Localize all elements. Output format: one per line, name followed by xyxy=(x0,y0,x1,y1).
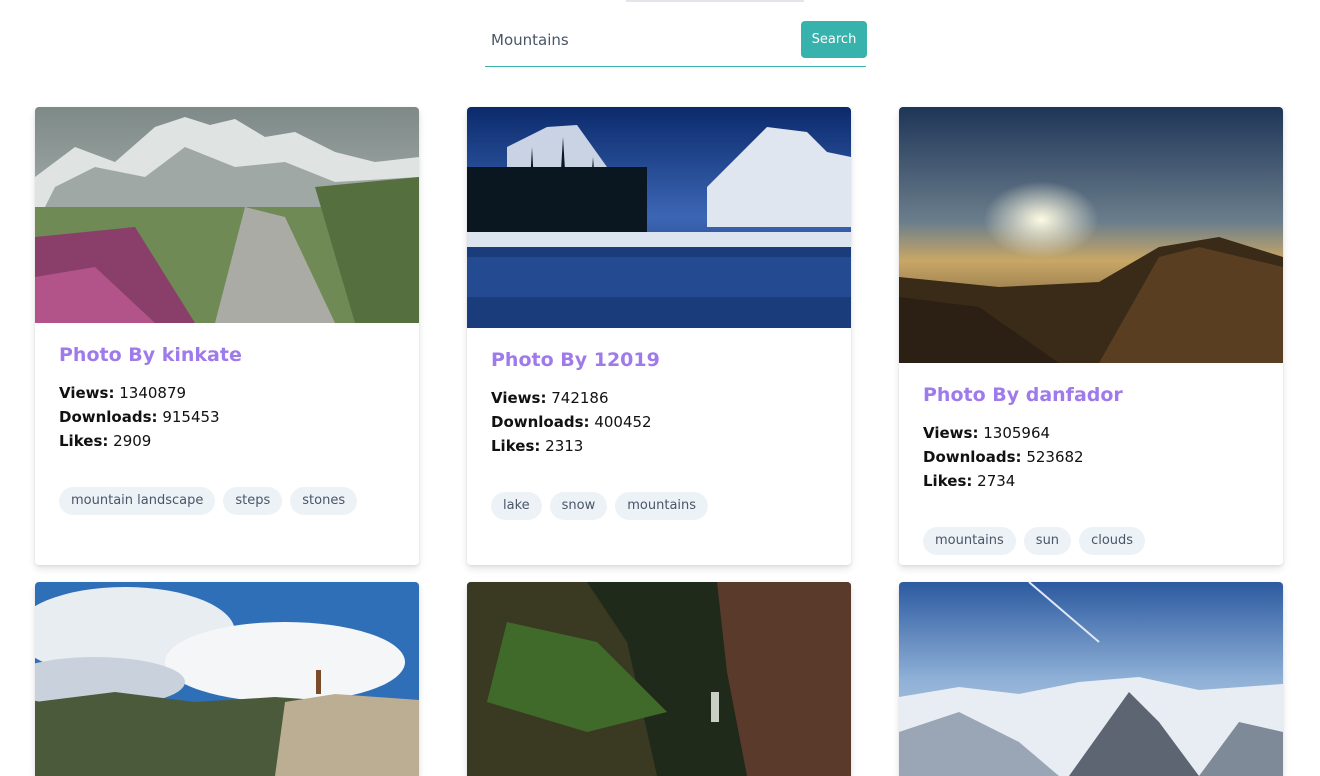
likes-stat: Likes: 2909 xyxy=(59,429,395,453)
photo-author-title: Photo By kinkate xyxy=(59,344,242,366)
likes-value: 2734 xyxy=(977,472,1016,490)
tag-chip[interactable]: steps xyxy=(223,487,283,515)
downloads-label: Downloads: xyxy=(923,448,1022,466)
likes-label: Likes: xyxy=(491,437,541,455)
downloads-stat: Downloads: 523682 xyxy=(923,445,1259,469)
photo-image[interactable] xyxy=(467,107,851,328)
photo-author-title: Photo By 12019 xyxy=(491,349,660,371)
tag-list: lake snow mountains xyxy=(491,492,827,520)
views-label: Views: xyxy=(59,384,115,402)
views-value: 1340879 xyxy=(119,384,187,402)
tag-chip[interactable]: snow xyxy=(549,492,608,520)
views-stat: Views: 1340879 xyxy=(59,381,395,405)
views-label: Views: xyxy=(491,389,547,407)
photo-card: Photo By kinkate Views: 1340879 Download… xyxy=(35,107,419,565)
photo-image[interactable] xyxy=(467,582,851,776)
photo-author-title: Photo By danfador xyxy=(923,384,1123,406)
tag-chip[interactable]: lake xyxy=(491,492,542,520)
likes-stat: Likes: 2313 xyxy=(491,434,827,458)
views-stat: Views: 1305964 xyxy=(923,421,1259,445)
likes-label: Likes: xyxy=(923,472,973,490)
photo-image[interactable] xyxy=(35,582,419,776)
views-stat: Views: 742186 xyxy=(491,386,827,410)
photo-card xyxy=(467,582,851,776)
downloads-label: Downloads: xyxy=(59,408,158,426)
downloads-value: 400452 xyxy=(594,413,652,431)
downloads-stat: Downloads: 915453 xyxy=(59,405,395,429)
tag-chip[interactable]: clouds xyxy=(1079,527,1146,555)
downloads-value: 523682 xyxy=(1026,448,1084,466)
downloads-value: 915453 xyxy=(162,408,220,426)
downloads-stat: Downloads: 400452 xyxy=(491,410,827,434)
tag-chip[interactable]: mountain landscape xyxy=(59,487,216,515)
photo-card: Photo By 12019 Views: 742186 Downloads: … xyxy=(467,107,851,565)
views-label: Views: xyxy=(923,424,979,442)
downloads-label: Downloads: xyxy=(491,413,590,431)
photo-image[interactable] xyxy=(899,107,1283,363)
tag-list: mountains sun clouds xyxy=(923,527,1259,555)
likes-value: 2313 xyxy=(545,437,584,455)
photo-card xyxy=(899,582,1283,776)
search-form: Search xyxy=(485,20,867,67)
top-divider xyxy=(626,0,804,2)
photo-card: Photo By danfador Views: 1305964 Downloa… xyxy=(899,107,1283,565)
likes-stat: Likes: 2734 xyxy=(923,469,1259,493)
search-button[interactable]: Search xyxy=(801,21,867,58)
search-input[interactable] xyxy=(485,20,791,60)
photo-card xyxy=(35,582,419,776)
tag-chip[interactable]: mountains xyxy=(923,527,1016,555)
views-value: 1305964 xyxy=(983,424,1051,442)
tag-chip[interactable]: mountains xyxy=(615,492,709,520)
photo-image[interactable] xyxy=(35,107,419,323)
likes-label: Likes: xyxy=(59,432,109,450)
tag-list: mountain landscape steps stones xyxy=(59,487,395,515)
tag-chip[interactable]: sun xyxy=(1023,527,1072,555)
tag-chip[interactable]: stones xyxy=(290,487,358,515)
photo-image[interactable] xyxy=(899,582,1283,776)
likes-value: 2909 xyxy=(113,432,152,450)
views-value: 742186 xyxy=(551,389,609,407)
